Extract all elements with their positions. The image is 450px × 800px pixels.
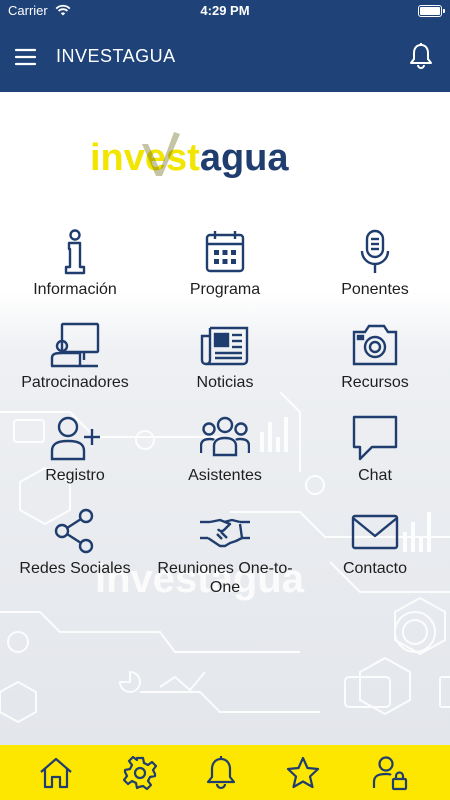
app-header: INVESTAGUA bbox=[0, 22, 450, 92]
handshake-icon bbox=[200, 518, 250, 548]
bell-icon bbox=[206, 756, 236, 790]
hamburger-menu-icon[interactable] bbox=[12, 42, 42, 72]
menu-tile-patrocinadores[interactable]: Patrocinadores bbox=[0, 322, 150, 412]
status-bar: Carrier 4:29 PM bbox=[0, 0, 450, 22]
menu-tile-label: Ponentes bbox=[341, 281, 409, 298]
menu-tile-label: Reuniones One-to-One bbox=[157, 560, 293, 596]
svg-text:investagua: investagua bbox=[90, 137, 289, 179]
menu-tile-ponentes[interactable]: Ponentes bbox=[300, 229, 450, 319]
menu-tile-chat[interactable]: Chat bbox=[300, 415, 450, 505]
user-lock-icon bbox=[372, 756, 408, 791]
share-icon bbox=[54, 508, 94, 554]
notifications-bell-icon[interactable] bbox=[406, 41, 436, 71]
info-icon bbox=[64, 229, 86, 275]
menu-tile-label: Información bbox=[33, 281, 117, 298]
add-user-icon bbox=[50, 416, 100, 461]
camera-icon bbox=[352, 324, 398, 366]
battery-icon bbox=[418, 5, 445, 17]
home-content[interactable]: investagua investagua Información Progra… bbox=[0, 92, 450, 745]
tab-home[interactable] bbox=[36, 753, 76, 793]
home-icon bbox=[40, 757, 72, 789]
tab-user-account[interactable] bbox=[370, 753, 410, 793]
calendar-icon bbox=[205, 231, 245, 273]
clock-time: 4:29 PM bbox=[200, 3, 250, 18]
bottom-tab-bar bbox=[0, 745, 450, 800]
tab-notifications[interactable] bbox=[201, 753, 241, 793]
menu-tile-programa[interactable]: Programa bbox=[150, 229, 300, 319]
group-icon bbox=[200, 416, 250, 457]
investagua-logo: investagua bbox=[90, 132, 289, 179]
menu-tile-informacion[interactable]: Información bbox=[0, 229, 150, 319]
menu-tile-noticias[interactable]: Noticias bbox=[150, 322, 300, 412]
menu-tile-label: Redes Sociales bbox=[19, 560, 131, 577]
menu-tile-label: Chat bbox=[358, 467, 392, 484]
header-title: INVESTAGUA bbox=[56, 46, 176, 66]
menu-tile-asistentes[interactable]: Asistentes bbox=[150, 415, 300, 505]
microphone-icon bbox=[360, 229, 390, 273]
star-icon bbox=[286, 756, 320, 789]
presenter-board-icon bbox=[50, 322, 100, 368]
newspaper-icon bbox=[200, 326, 249, 366]
tab-settings[interactable] bbox=[120, 753, 160, 793]
menu-tile-recursos[interactable]: Recursos bbox=[300, 322, 450, 412]
menu-tile-label: Registro bbox=[45, 467, 105, 484]
menu-tile-label: Contacto bbox=[342, 560, 408, 577]
chat-bubble-icon bbox=[352, 415, 398, 461]
menu-tile-label: Programa bbox=[189, 281, 261, 298]
menu-tile-contacto[interactable]: Contacto bbox=[300, 508, 450, 598]
tab-favorites[interactable] bbox=[283, 753, 323, 793]
menu-tile-label: Recursos bbox=[341, 374, 409, 391]
menu-tile-registro[interactable]: Registro bbox=[0, 415, 150, 505]
envelope-icon bbox=[351, 514, 399, 550]
menu-tile-label: Noticias bbox=[196, 374, 254, 391]
menu-tile-label: Asistentes bbox=[188, 467, 262, 484]
settings-gear-icon bbox=[122, 755, 158, 791]
menu-tile-label: Patrocinadores bbox=[21, 374, 129, 391]
menu-tile-reuniones[interactable]: Reuniones One-to-One bbox=[150, 508, 300, 598]
menu-tile-redes-sociales[interactable]: Redes Sociales bbox=[0, 508, 150, 598]
